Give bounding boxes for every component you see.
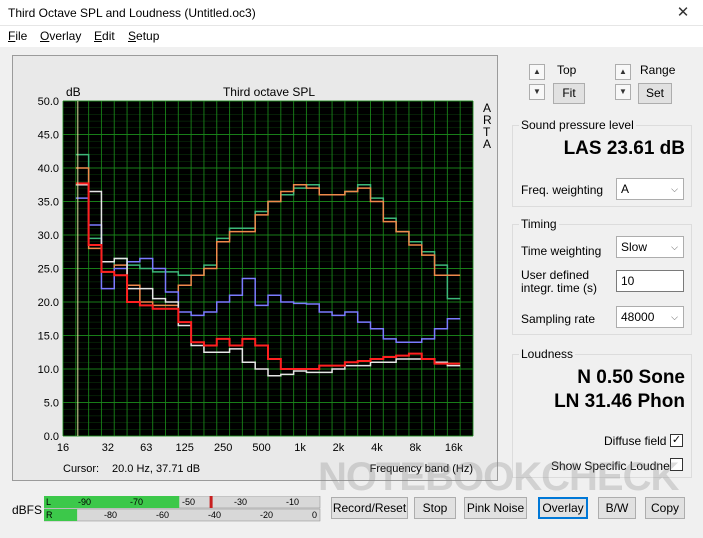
y-tick-label: 50.0	[38, 96, 59, 108]
fit-button[interactable]: Fit	[553, 83, 585, 104]
meter-tick-label: -80	[104, 510, 117, 520]
top-label: Top	[557, 63, 577, 77]
meter-tick-label: -40	[208, 510, 221, 520]
meter-tick-label: -60	[156, 510, 169, 520]
y-unit-label: dB	[66, 85, 81, 99]
meter-tick-label: -70	[130, 497, 143, 507]
x-tick-label: 500	[252, 442, 270, 454]
x-tick-label: 250	[214, 442, 232, 454]
integr-time-label-1: User defined	[521, 268, 590, 282]
time-weighting-value: Slow	[621, 240, 648, 254]
level-meter: L -90 -70 -50 -30 -10 R -80 -60 -40 -20 0	[44, 496, 321, 522]
y-tick-label: 35.0	[38, 197, 59, 209]
meter-tick-label: -10	[286, 497, 299, 507]
menu-bar: File Overlay Edit Setup	[0, 26, 703, 47]
y-tick-label: 10.0	[38, 364, 59, 376]
title-bar: Third Octave SPL and Loudness (Untitled.…	[0, 0, 703, 26]
spl-group-title: Sound pressure level	[519, 118, 636, 132]
meter-fill-left	[44, 496, 180, 508]
arta-letter-a2: A	[483, 137, 491, 151]
x-tick-label: 63	[140, 442, 152, 454]
y-tick-labels: 0.05.010.015.020.025.030.035.040.045.050…	[38, 96, 59, 443]
x-tick-label: 16	[57, 442, 69, 454]
x-tick-label: 8k	[410, 442, 422, 454]
meter-tick-label: L	[46, 497, 51, 507]
range-label: Range	[640, 63, 676, 77]
x-tick-label: 4k	[371, 442, 383, 454]
copy-button[interactable]: Copy	[645, 497, 685, 519]
y-tick-label: 25.0	[38, 264, 59, 276]
plot-panel: dB Third octave SPL A R T A 0.0 5.0 10.0 15…	[12, 55, 498, 481]
diffuse-field-label: Diffuse field	[604, 434, 667, 448]
menu-overlay[interactable]: Overlay	[40, 29, 81, 43]
x-tick-labels: 16 32 63 125 250 500 1k 2k 4k 8k 16k	[57, 442, 463, 454]
meter-tick-label: -50	[182, 497, 195, 507]
dbfs-label: dBFS	[12, 503, 43, 517]
sampling-rate-select[interactable]: 48000 ⌵	[616, 306, 684, 328]
window-title: Third Octave SPL and Loudness (Untitled.…	[8, 6, 256, 20]
loudness-sone: N 0.50 Sone	[577, 367, 685, 388]
y-tick-label: 5.0	[44, 398, 59, 410]
meter-row-right	[44, 508, 321, 522]
meter-tick-label: -30	[234, 497, 247, 507]
meter-tick-label: R	[46, 510, 53, 520]
cursor-label: Cursor:	[63, 463, 99, 475]
spl-value: LAS 23.61 dB	[563, 138, 685, 159]
sampling-rate-value: 48000	[621, 310, 655, 324]
range-down-button[interactable]: ▼	[615, 84, 631, 100]
set-button[interactable]: Set	[638, 83, 672, 104]
integr-time-label-2: integr. time (s)	[521, 281, 598, 295]
meter-tick-label: 0	[312, 510, 317, 520]
y-tick-label: 15.0	[38, 331, 59, 343]
chevron-down-icon: ⌵	[671, 184, 678, 194]
timing-group-title: Timing	[519, 217, 559, 231]
pink-noise-button[interactable]: Pink Noise	[464, 497, 527, 519]
meter-tick-label: -20	[260, 510, 273, 520]
integr-time-input[interactable]: 10	[616, 270, 684, 292]
stop-button[interactable]: Stop	[414, 497, 456, 519]
bw-button[interactable]: B/W	[598, 497, 636, 519]
meter-peak-marker	[209, 496, 213, 508]
time-weighting-select[interactable]: Slow ⌵	[616, 236, 684, 258]
menu-setup[interactable]: Setup	[128, 29, 159, 43]
y-tick-label: 45.0	[38, 130, 59, 142]
loudness-phon: LN 31.46 Phon	[554, 391, 685, 412]
sampling-rate-label: Sampling rate	[521, 312, 596, 326]
y-tick-label: 20.0	[38, 297, 59, 309]
loudness-group-title: Loudness	[519, 347, 576, 361]
time-weighting-label: Time weighting	[521, 244, 602, 258]
menu-edit[interactable]: Edit	[94, 29, 115, 43]
x-tick-label: 2k	[333, 442, 345, 454]
x-tick-label: 125	[176, 442, 194, 454]
close-icon[interactable]: ✕	[663, 0, 703, 26]
record-reset-button[interactable]: Record/Reset	[331, 497, 408, 519]
y-tick-label: 40.0	[38, 163, 59, 175]
top-down-button[interactable]: ▼	[529, 84, 545, 100]
chevron-down-icon: ⌵	[671, 312, 678, 322]
top-up-button[interactable]: ▲	[529, 64, 545, 80]
cursor-value: 20.0 Hz, 37.71 dB	[112, 463, 200, 475]
diffuse-field-checkbox[interactable]: ✓	[670, 434, 683, 447]
x-tick-label: 32	[102, 442, 114, 454]
chevron-down-icon: ⌵	[671, 242, 678, 252]
watermark-logo: NOTEBOOKCHECK	[318, 455, 679, 499]
meter-tick-label: -90	[78, 497, 91, 507]
range-up-button[interactable]: ▲	[615, 64, 631, 80]
menu-file[interactable]: File	[8, 29, 27, 43]
x-tick-label: 1k	[294, 442, 306, 454]
spl-chart[interactable]: dB Third octave SPL A R T A 0.05.010.015…	[13, 56, 499, 482]
freq-weighting-label: Freq. weighting	[521, 183, 604, 197]
y-tick-label: 30.0	[38, 230, 59, 242]
overlay-button[interactable]: Overlay	[538, 497, 588, 519]
freq-weighting-select[interactable]: A ⌵	[616, 178, 684, 200]
x-tick-label: 16k	[445, 442, 463, 454]
freq-weighting-value: A	[621, 182, 630, 196]
chart-title: Third octave SPL	[223, 85, 315, 99]
